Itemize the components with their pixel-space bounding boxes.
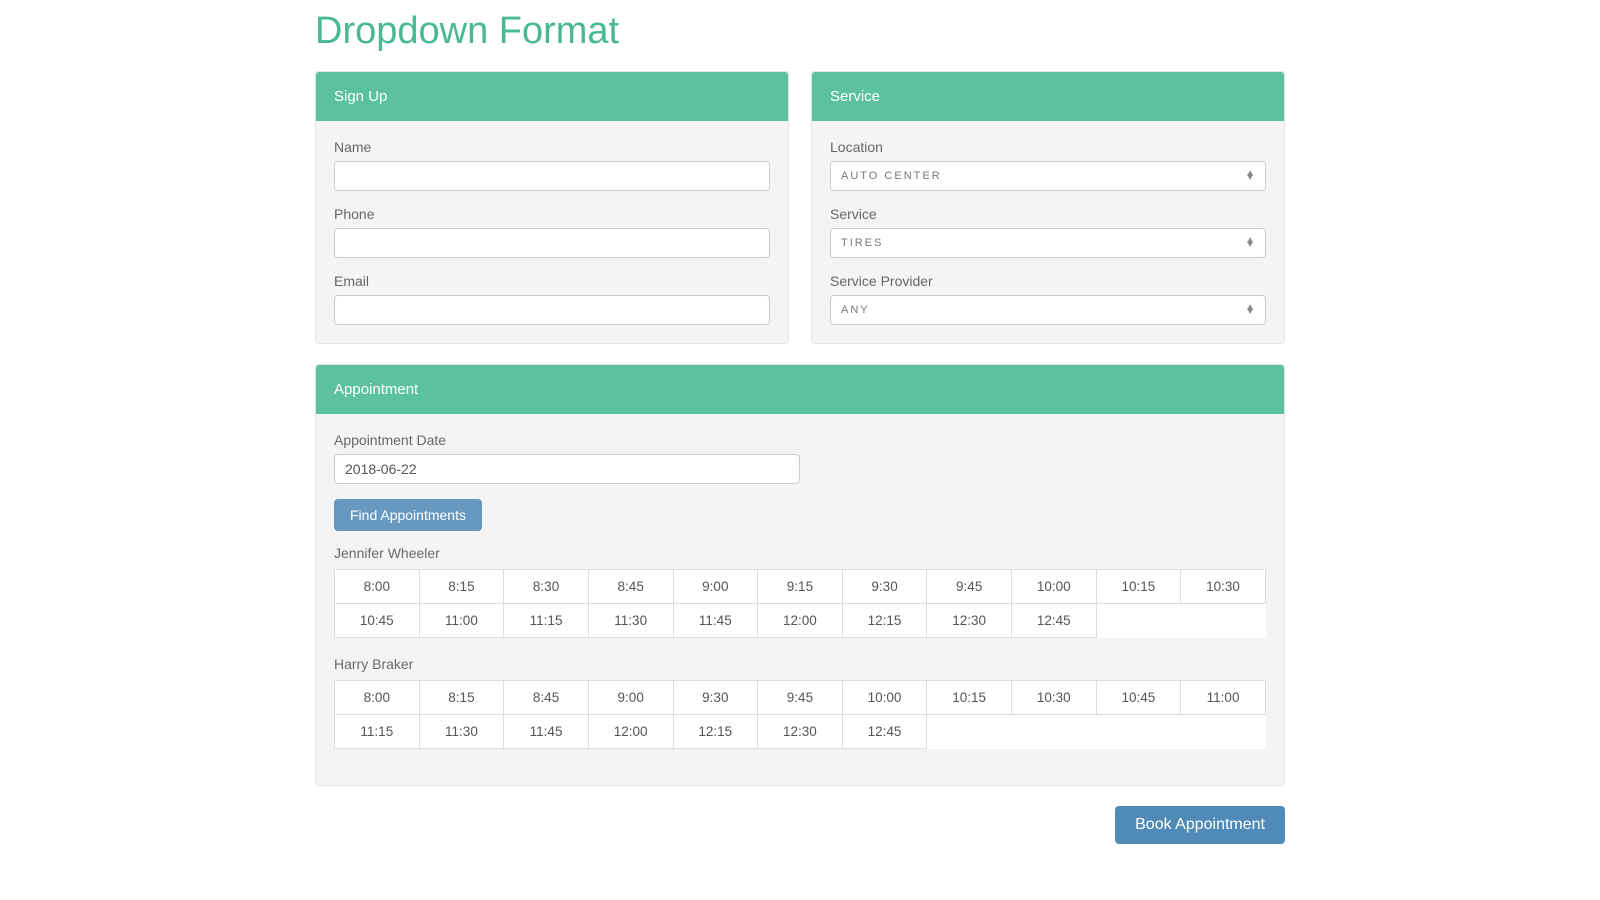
time-slot[interactable]: 10:15 [927, 681, 1012, 715]
time-slot[interactable]: 12:45 [843, 715, 928, 749]
time-slot[interactable]: 8:00 [335, 681, 420, 715]
time-slot[interactable]: 9:45 [758, 681, 843, 715]
provider-name: Jennifer Wheeler [334, 545, 1266, 561]
phone-label: Phone [334, 206, 770, 222]
service-select[interactable]: TIRES ▲▼ [830, 228, 1266, 258]
time-slot[interactable]: 11:00 [420, 604, 505, 638]
appointment-date-input[interactable] [334, 454, 800, 484]
time-slot[interactable]: 9:00 [589, 681, 674, 715]
time-slot[interactable]: 8:45 [504, 681, 589, 715]
time-slot[interactable]: 10:45 [1097, 681, 1182, 715]
find-appointments-button[interactable]: Find Appointments [334, 499, 482, 531]
time-slot-empty [1181, 604, 1266, 638]
time-slot-empty [1097, 715, 1182, 749]
appointment-panel: Appointment Appointment Date Find Appoin… [315, 364, 1285, 786]
time-slot[interactable]: 11:30 [589, 604, 674, 638]
time-slot-grid: 8:008:158:459:009:309:4510:0010:1510:301… [334, 680, 1266, 749]
time-slot-grid: 8:008:158:308:459:009:159:309:4510:0010:… [334, 569, 1266, 638]
time-slot[interactable]: 10:15 [1097, 570, 1182, 604]
book-appointment-button[interactable]: Book Appointment [1115, 806, 1285, 844]
time-slot[interactable]: 10:00 [1012, 570, 1097, 604]
appointment-date-label: Appointment Date [334, 432, 1266, 448]
time-slot[interactable]: 9:00 [674, 570, 759, 604]
provider-label: Service Provider [830, 273, 1266, 289]
time-slot-empty [1181, 715, 1266, 749]
chevron-updown-icon: ▲▼ [1245, 172, 1255, 180]
service-heading: Service [812, 72, 1284, 121]
time-slot[interactable]: 11:15 [335, 715, 420, 749]
time-slot[interactable]: 12:15 [843, 604, 928, 638]
time-slot[interactable]: 12:15 [674, 715, 759, 749]
location-value: AUTO CENTER [841, 170, 942, 182]
time-slot[interactable]: 10:30 [1012, 681, 1097, 715]
time-slot[interactable]: 11:15 [504, 604, 589, 638]
time-slot[interactable]: 12:30 [927, 604, 1012, 638]
time-slot-empty [1012, 715, 1097, 749]
time-slot[interactable]: 8:15 [420, 570, 505, 604]
time-slot[interactable]: 11:30 [420, 715, 505, 749]
time-slot[interactable]: 8:15 [420, 681, 505, 715]
appointment-heading: Appointment [316, 365, 1284, 414]
email-input[interactable] [334, 295, 770, 325]
time-slot[interactable]: 12:45 [1012, 604, 1097, 638]
time-slot-empty [1097, 604, 1182, 638]
time-slot[interactable]: 11:45 [504, 715, 589, 749]
chevron-updown-icon: ▲▼ [1245, 239, 1255, 247]
time-slot[interactable]: 11:00 [1181, 681, 1266, 715]
name-label: Name [334, 139, 770, 155]
location-label: Location [830, 139, 1266, 155]
time-slot[interactable]: 10:30 [1181, 570, 1266, 604]
time-slot[interactable]: 10:45 [335, 604, 420, 638]
time-slot[interactable]: 12:00 [589, 715, 674, 749]
provider-value: ANY [841, 304, 870, 316]
time-slot[interactable]: 12:30 [758, 715, 843, 749]
chevron-updown-icon: ▲▼ [1245, 306, 1255, 314]
provider-name: Harry Braker [334, 656, 1266, 672]
service-label: Service [830, 206, 1266, 222]
time-slot[interactable]: 12:00 [758, 604, 843, 638]
time-slot[interactable]: 9:30 [674, 681, 759, 715]
service-panel: Service Location AUTO CENTER ▲▼ Service … [811, 71, 1285, 344]
name-input[interactable] [334, 161, 770, 191]
time-slot[interactable]: 8:30 [504, 570, 589, 604]
time-slot[interactable]: 9:45 [927, 570, 1012, 604]
time-slot[interactable]: 9:30 [843, 570, 928, 604]
email-label: Email [334, 273, 770, 289]
provider-select[interactable]: ANY ▲▼ [830, 295, 1266, 325]
time-slot[interactable]: 10:00 [843, 681, 928, 715]
time-slot-empty [927, 715, 1012, 749]
signup-heading: Sign Up [316, 72, 788, 121]
location-select[interactable]: AUTO CENTER ▲▼ [830, 161, 1266, 191]
time-slot[interactable]: 9:15 [758, 570, 843, 604]
time-slot[interactable]: 11:45 [674, 604, 759, 638]
time-slot[interactable]: 8:45 [589, 570, 674, 604]
service-value: TIRES [841, 237, 883, 249]
signup-panel: Sign Up Name Phone Email [315, 71, 789, 344]
phone-input[interactable] [334, 228, 770, 258]
page-title: Dropdown Format [315, 10, 1285, 53]
time-slot[interactable]: 8:00 [335, 570, 420, 604]
